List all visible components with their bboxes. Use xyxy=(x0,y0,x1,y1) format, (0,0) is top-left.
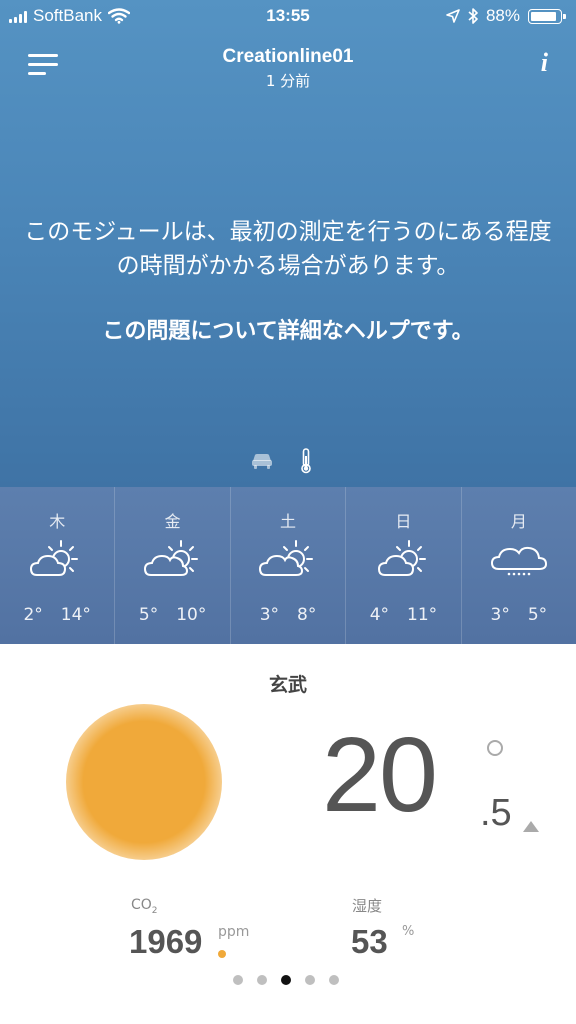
forecast-low: 5° xyxy=(138,605,159,625)
partly-cloudy-icon xyxy=(143,540,198,576)
partly-cloudy-icon xyxy=(378,540,427,576)
mode-icons xyxy=(250,448,312,474)
degree-symbol xyxy=(487,740,503,756)
forecast-day[interactable]: 金 5° 10° xyxy=(115,487,231,644)
location-arrow-icon xyxy=(446,9,460,23)
co2-value: 1969 xyxy=(129,923,203,960)
forecast-high: 8° xyxy=(297,605,317,625)
forecast-strip: 木 2° 14° 金 5° 10° 土 3° 8° 日 4° 11° 月 3° … xyxy=(0,487,576,644)
forecast-temps: 2° 14° xyxy=(0,605,114,625)
forecast-day[interactable]: 木 2° 14° xyxy=(0,487,116,644)
page-dot[interactable] xyxy=(329,975,339,985)
help-link[interactable]: この問題について詳細なヘルプです。 xyxy=(24,313,552,345)
temperature-integer: 20 xyxy=(322,716,438,834)
page-dot-active[interactable] xyxy=(281,975,291,985)
forecast-low: 3° xyxy=(490,605,510,625)
trend-up-icon xyxy=(523,821,539,832)
partly-cloudy-icon xyxy=(30,540,79,576)
partly-cloudy-icon xyxy=(259,540,314,576)
forecast-day-name: 土 xyxy=(280,512,297,531)
module-card: 玄武 20 .5 CO2 1969 ppm 湿度 53 % xyxy=(0,644,576,1024)
forecast-day-name: 月 xyxy=(510,512,527,531)
status-bar: SoftBank 13:55 88% xyxy=(0,0,576,34)
module-name: 玄武 xyxy=(268,674,307,696)
forecast-high: 5° xyxy=(527,605,548,625)
battery-percent: 88% xyxy=(485,6,520,25)
thermometer-icon[interactable] xyxy=(300,448,312,474)
last-updated: 1 分前 xyxy=(265,72,311,90)
cloudy-drizzle-icon xyxy=(490,546,547,576)
co2-unit: ppm xyxy=(218,924,250,940)
forecast-day[interactable]: 月 3° 5° xyxy=(462,487,576,644)
header: Creationline01 1 分前 i xyxy=(0,40,576,100)
humidity-value: 53 xyxy=(351,923,388,960)
co2-status-dot xyxy=(218,950,226,958)
forecast-low: 3° xyxy=(259,605,280,625)
calibration-message: このモジュールは、最初の測定を行うのにある程度の時間がかかる場合があります。 xyxy=(24,219,552,279)
forecast-day[interactable]: 土 3° 8° xyxy=(231,487,347,644)
forecast-low: 4° xyxy=(369,605,390,625)
humidity-unit: % xyxy=(402,924,415,939)
forecast-high: 14° xyxy=(60,605,91,625)
battery-icon xyxy=(528,8,566,24)
forecast-high: 10° xyxy=(176,605,207,625)
bluetooth-icon xyxy=(468,8,478,24)
page-dot[interactable] xyxy=(233,975,243,985)
page-indicator xyxy=(233,975,339,985)
forecast-temps: 4° 11° xyxy=(346,605,460,625)
car-icon[interactable] xyxy=(250,452,274,470)
forecast-temps: 3° 8° xyxy=(231,605,345,625)
page-dot[interactable] xyxy=(305,975,315,985)
co2-label: CO2 xyxy=(131,897,158,916)
temperature-decimal: .5 xyxy=(480,792,512,834)
forecast-day-name: 金 xyxy=(164,512,181,531)
info-icon[interactable]: i xyxy=(541,48,548,78)
page-dot[interactable] xyxy=(257,975,267,985)
forecast-temps: 3° 5° xyxy=(462,605,576,625)
forecast-low: 2° xyxy=(23,605,43,625)
status-right: 88% xyxy=(446,6,566,26)
station-title: Creationline01 xyxy=(222,46,354,67)
forecast-temps: 5° 10° xyxy=(115,605,229,625)
forecast-day-name: 木 xyxy=(49,512,66,531)
sun-indicator xyxy=(66,704,222,860)
humidity-label: 湿度 xyxy=(352,897,383,915)
forecast-high: 11° xyxy=(407,605,438,625)
forecast-day-name: 日 xyxy=(395,512,412,531)
forecast-day[interactable]: 日 4° 11° xyxy=(346,487,462,644)
